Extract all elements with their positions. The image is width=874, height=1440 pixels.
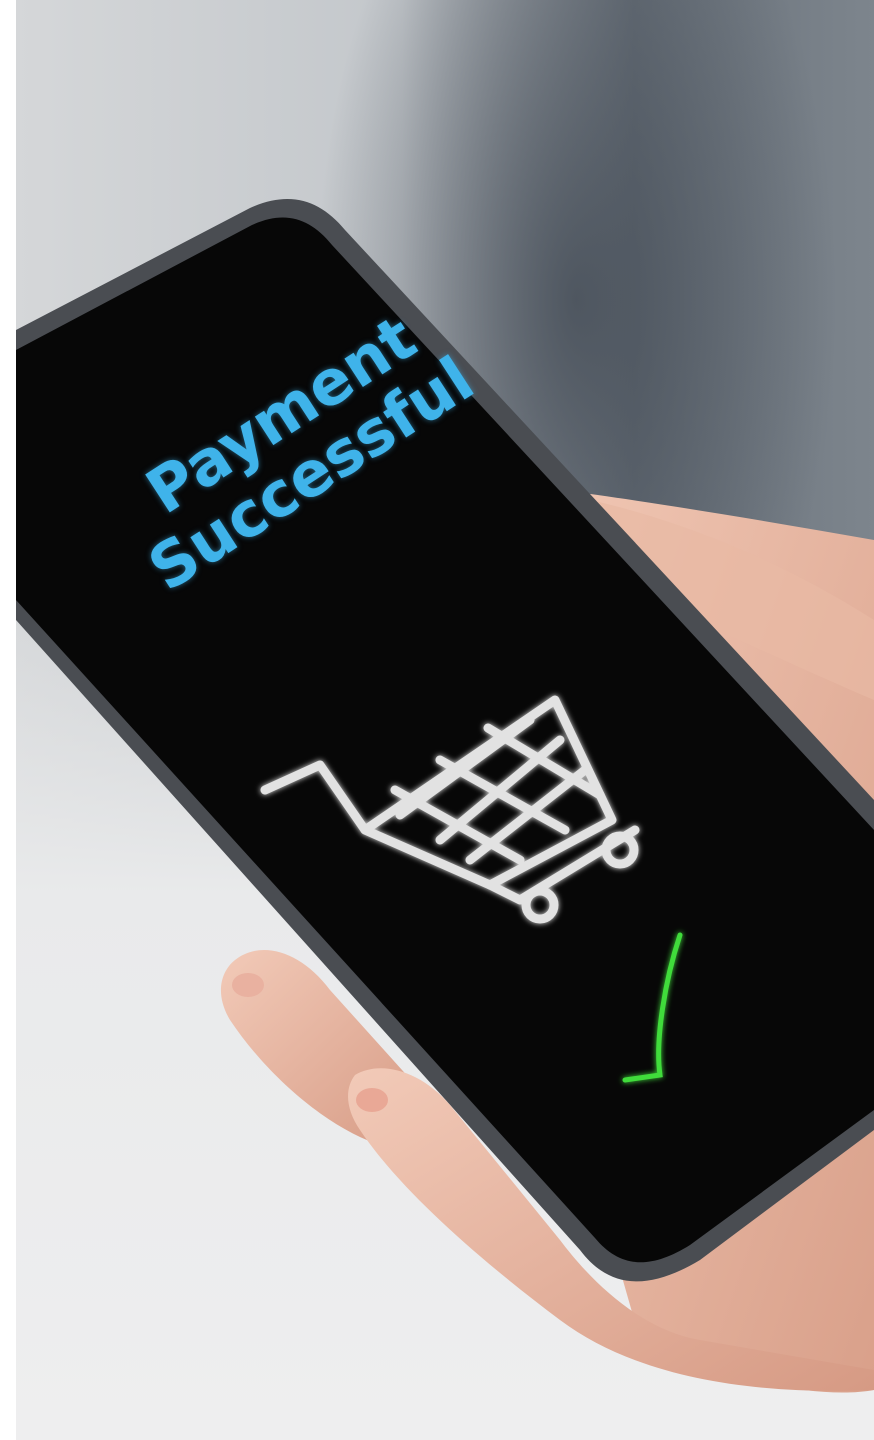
left-border — [0, 0, 16, 1440]
photo-scene: Payment Successful — [0, 0, 874, 1440]
phone — [16, 199, 874, 1282]
